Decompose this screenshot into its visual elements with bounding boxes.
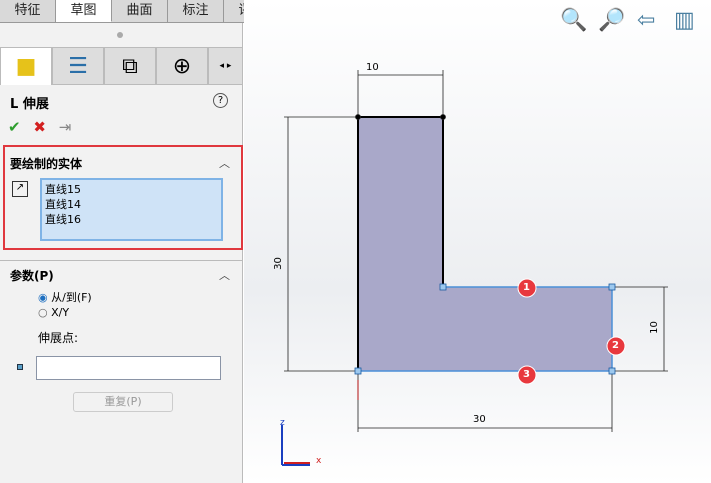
cancel-icon[interactable]: ✖ xyxy=(33,118,46,136)
sketch xyxy=(281,70,668,466)
tab-sketch[interactable]: 草图 xyxy=(56,0,112,22)
resize-handle[interactable] xyxy=(117,32,123,38)
dim-left-line xyxy=(284,116,356,372)
configuration-manager-tab[interactable]: ⧉ xyxy=(104,47,156,85)
tab-annotate[interactable]: 标注 xyxy=(168,0,224,22)
pin-icon[interactable]: ⇥ xyxy=(59,118,72,136)
section-params-title: 参数(P) xyxy=(10,269,54,283)
command-tabs: 特征 草图 曲面 标注 评估 xyxy=(0,0,280,23)
help-icon[interactable]: ? xyxy=(213,93,228,108)
axis-z xyxy=(281,425,310,466)
highlight-box xyxy=(3,145,243,250)
tab-surface[interactable]: 曲面 xyxy=(112,0,168,22)
property-manager: ■ ☰ ⧉ ⊕ ◂ ▸ L 伸展 ? ✔ ✖ ⇥ 要绘制的实体 ︿ ↗ 直线15… xyxy=(0,23,243,483)
dimxpert-tab[interactable]: ⊕ xyxy=(156,47,208,85)
list-icon: ☰ xyxy=(68,53,88,79)
dim-top-line xyxy=(357,70,444,115)
tree-icon: ⧉ xyxy=(122,53,138,79)
marker-2-label: 2 xyxy=(612,340,619,351)
axis-z-label: z xyxy=(280,418,285,428)
feature-title: 伸展 xyxy=(22,97,49,112)
graphics-area[interactable]: 🔍 🔎 ⇦ ▥ 10 30 10 30 1 2 3 z x xyxy=(244,0,711,483)
sketch-region xyxy=(358,117,612,371)
marker-1-label: 1 xyxy=(523,282,530,293)
radio-icon: ○ xyxy=(38,306,48,319)
tab-features[interactable]: 特征 xyxy=(0,0,56,22)
dim-right-line xyxy=(614,286,668,372)
crosshair-icon: ⊕ xyxy=(172,53,192,79)
radio-selected-icon: ◉ xyxy=(38,291,48,304)
radio-from-to[interactable]: ◉ 从/到(F) xyxy=(38,289,92,305)
marker-3-label: 3 xyxy=(523,369,530,380)
stretch-icon: L xyxy=(10,97,23,112)
point-label: 伸展点: xyxy=(38,331,79,345)
feature-manager-tab[interactable]: ■ xyxy=(0,47,52,85)
radio-xy[interactable]: ○ X/Y xyxy=(38,306,69,319)
tab-scroll[interactable]: ◂ ▸ xyxy=(208,47,243,85)
part-icon: ■ xyxy=(15,54,37,79)
axis-x-label: x xyxy=(316,456,322,466)
collapse-icon[interactable]: ︿ xyxy=(219,267,230,283)
stretch-point-input[interactable] xyxy=(36,356,221,380)
dim-top[interactable]: 10 xyxy=(366,62,379,73)
property-manager-tab[interactable]: ☰ xyxy=(52,47,104,85)
dim-right[interactable]: 10 xyxy=(649,321,660,334)
dim-left[interactable]: 30 xyxy=(273,257,284,270)
dim-bottom[interactable]: 30 xyxy=(473,414,486,425)
point-icon xyxy=(17,364,23,370)
repeat-button[interactable]: 重复(P) xyxy=(73,392,173,412)
ok-icon[interactable]: ✔ xyxy=(8,118,21,136)
